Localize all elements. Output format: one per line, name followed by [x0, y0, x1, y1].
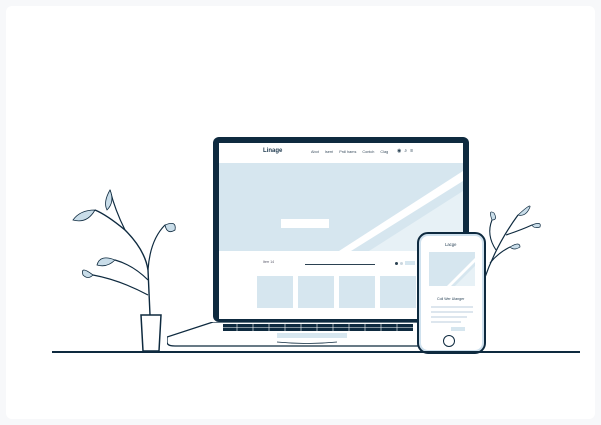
nav-link[interactable]: Clag — [380, 150, 388, 154]
plant-right — [483, 205, 541, 281]
leaf — [164, 222, 176, 233]
nav-link[interactable]: Contch — [362, 150, 374, 154]
phone-headline: Coll Wer Ulanger — [437, 297, 465, 301]
section-label: Iterr 14 — [263, 260, 275, 264]
text-line — [431, 311, 473, 313]
content-card[interactable] — [339, 276, 375, 308]
nav-links: Abot Iserri Prdl hams Contch Clag — [311, 150, 388, 154]
content-card[interactable] — [298, 276, 334, 308]
text-line — [431, 321, 461, 323]
nav-icons: ◉ ⌕ ≡ — [397, 148, 413, 154]
text-line — [431, 316, 467, 318]
card-grid — [257, 276, 416, 308]
laptop-keyboard-base — [167, 322, 445, 347]
nav-link[interactable]: Iserri — [325, 150, 333, 154]
hero-cta-button[interactable] — [281, 219, 329, 228]
trackpad — [277, 333, 347, 338]
site-navbar: Linage Abot Iserri Prdl hams Contch Clag… — [219, 143, 463, 161]
ground-line — [52, 351, 580, 353]
toggle-icon[interactable]: ◉ — [397, 148, 401, 154]
leaf — [509, 243, 521, 250]
search-icon[interactable]: ⌕ — [404, 148, 407, 154]
smartphone-mockup: Lacge Coll Wer Ulanger — [417, 232, 486, 354]
site-logo[interactable]: Linage — [263, 148, 282, 154]
content-card[interactable] — [257, 276, 293, 308]
leaf — [531, 223, 541, 229]
leaf — [105, 189, 113, 211]
leaf — [96, 257, 116, 267]
home-button-icon[interactable] — [443, 335, 455, 347]
phone-hero-image — [429, 252, 475, 286]
leaf — [490, 211, 496, 221]
leaf — [517, 205, 531, 216]
phone-cta-button[interactable] — [451, 327, 465, 331]
phone-hero-graphic — [447, 258, 475, 286]
pager-dot[interactable] — [400, 262, 403, 265]
divider — [305, 264, 375, 265]
potted-plant-left — [72, 189, 176, 352]
text-line — [431, 306, 473, 308]
section-button[interactable] — [405, 261, 415, 265]
illustration-stage: Linage Abot Iserri Prdl hams Contch Clag… — [0, 0, 601, 425]
content-card[interactable] — [380, 276, 416, 308]
menu-icon[interactable]: ≡ — [410, 148, 413, 154]
plant-pot — [140, 314, 162, 352]
leaf — [72, 209, 96, 222]
phone-logo[interactable]: Lacge — [445, 242, 456, 247]
nav-link[interactable]: Abot — [311, 150, 319, 154]
pager-dot-active[interactable] — [395, 262, 398, 265]
leaf — [82, 269, 94, 278]
nav-link[interactable]: Prdl hams — [339, 150, 356, 154]
